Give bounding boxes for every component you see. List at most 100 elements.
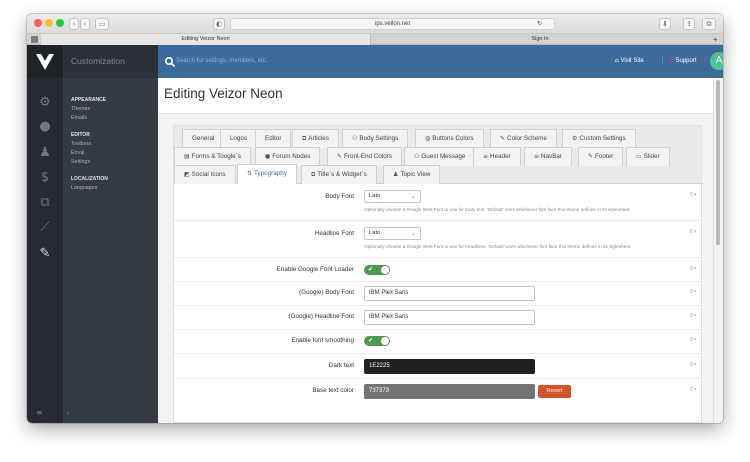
body-font-select[interactable]: Lato ⌄ — [364, 190, 421, 203]
support-label: Support — [675, 58, 697, 64]
address-bar[interactable]: ips.veilon.net ↻ — [230, 18, 555, 30]
tabs-overview-icon[interactable]: ⧉ — [702, 18, 716, 30]
forms-icon: ▤ — [184, 153, 190, 160]
search-input[interactable]: Search for settings, members, etc. — [176, 54, 576, 69]
chat-icon[interactable]: ● — [35, 119, 55, 135]
sidebar: Customization APPEARANCE Themes Emails E… — [63, 45, 158, 423]
sidebar-item-toolbars[interactable]: Toolbars — [63, 141, 158, 147]
support-link[interactable]: ❓Support — [662, 57, 697, 64]
tab-label: Social Icons — [191, 171, 226, 178]
forward-icon[interactable]: › — [80, 18, 90, 30]
page-title: Editing Veizor Neon — [164, 86, 283, 101]
google-font-loader-toggle[interactable]: ✔ — [364, 265, 390, 275]
tab-topic-view[interactable]: ♟ Topic View — [383, 165, 441, 184]
users-icon: ⚇ — [414, 153, 420, 160]
user-icon: ♟ — [393, 171, 399, 178]
check-icon: ✔ — [368, 337, 374, 344]
gears-icon[interactable]: ⚙ — [35, 95, 55, 111]
tab-body-settings[interactable]: ⚇ Body Settings — [342, 129, 409, 148]
close-window-button[interactable] — [34, 19, 42, 27]
tab-custom-settings[interactable]: ⚙ Custom Settings — [562, 129, 636, 148]
tab-general[interactable]: General — [182, 129, 225, 148]
setting-options-icon[interactable]: ⚙▾ — [689, 192, 697, 198]
sidebar-item-languages[interactable]: Languages — [63, 185, 158, 191]
sidebar-item-emoji[interactable]: Emoji — [63, 150, 158, 156]
back-icon[interactable]: ‹ — [69, 18, 79, 30]
tab-editor[interactable]: Editor — [255, 129, 292, 148]
setting-options-icon[interactable]: ⚙▾ — [689, 229, 697, 235]
brush-icon: ✎ — [500, 135, 506, 142]
bars-icon: ≡ — [483, 153, 489, 160]
tab-footer[interactable]: ✎ Footer — [578, 147, 624, 166]
menu-toggle-icon[interactable]: ≡ — [36, 408, 43, 417]
gear-icon: ⚙ — [572, 135, 578, 142]
setting-row-smoothing: Enable font smoothing ✔ ⚙▾ — [174, 330, 703, 354]
tab-navbar[interactable]: ≡ NavBar — [524, 147, 573, 166]
setting-options-icon[interactable]: ⚙▾ — [689, 387, 697, 393]
privacy-shield-icon[interactable]: ◐ — [213, 18, 225, 30]
browser-tab-active[interactable]: Editing Veizor Neon — [41, 34, 371, 45]
setting-description: Optionally choose a Google Web Font to u… — [364, 207, 631, 212]
tab-label: Guest Message — [421, 153, 466, 160]
tab-guest-message[interactable]: ⚇ Guest Message — [404, 147, 476, 166]
clone-icon[interactable]: ⧉ — [35, 195, 55, 211]
visit-site-link[interactable]: ⌂ Visit Site — [615, 57, 644, 64]
tab-label: Custom Settings — [579, 135, 626, 142]
brush-icon[interactable]: ✎ — [35, 246, 55, 262]
tab-color-scheme[interactable]: ✎ Color Scheme — [490, 129, 557, 148]
tab-slider[interactable]: ▭ Slider — [626, 147, 670, 166]
setting-options-icon[interactable]: ⚙▾ — [689, 362, 697, 368]
minimize-window-button[interactable] — [45, 19, 53, 27]
tab-titles-widgets[interactable]: ⧉ Title`s & Widget`s — [301, 165, 377, 184]
dark-text-color-input[interactable]: 1E2225 — [364, 359, 535, 374]
setting-options-icon[interactable]: ⚙▾ — [689, 289, 697, 295]
base-text-color-input[interactable]: 737373 — [364, 384, 535, 399]
setting-label: Enable font smoothing — [291, 337, 354, 344]
share-icon[interactable]: ⇪ — [683, 18, 695, 30]
tab-front-end-colors[interactable]: ✎ Front-End Colors — [327, 147, 402, 166]
tab-logos[interactable]: Logos — [220, 129, 258, 148]
setting-options-icon[interactable]: ⚙▾ — [689, 313, 697, 319]
tab-typography[interactable]: ⇅ Typography — [237, 164, 297, 184]
tab-social-icons[interactable]: ◩ Social Icons — [174, 165, 236, 184]
font-smoothing-toggle[interactable]: ✔ — [364, 336, 390, 346]
user-icon[interactable]: ♟ — [35, 145, 55, 161]
sidebar-toggle-icon[interactable]: ▭ — [95, 18, 109, 30]
tab-label: Logos — [230, 135, 248, 142]
google-headline-font-input[interactable]: IBM Plex Sans — [364, 310, 535, 325]
scrollbar-thumb[interactable] — [716, 80, 720, 245]
tab-articles[interactable]: ⧉ Articles — [292, 129, 339, 148]
users-icon: ⚇ — [352, 135, 358, 142]
browser-titlebar: ‹ › ▭ ◐ ips.veilon.net ↻ ⬇ ⇪ ⧉ — [27, 14, 723, 34]
revert-button[interactable]: Revert — [538, 385, 571, 398]
logo[interactable] — [27, 45, 63, 78]
sidebar-item-settings[interactable]: Settings — [63, 159, 158, 165]
tab-buttons-colors[interactable]: ◍ Buttons Colors — [415, 129, 484, 148]
reload-icon[interactable]: ↻ — [537, 19, 542, 29]
dollar-icon[interactable]: $ — [35, 170, 55, 186]
setting-options-icon[interactable]: ⚙▾ — [689, 266, 697, 272]
headline-font-select[interactable]: Lato ⌄ — [364, 227, 421, 240]
browser-tab[interactable]: Sign In — [372, 34, 708, 45]
sidebar-item-themes[interactable]: Themes — [63, 106, 158, 112]
search-icon — [164, 55, 176, 68]
setting-options-icon[interactable]: ⚙▾ — [689, 337, 697, 343]
new-tab-icon[interactable]: + — [713, 34, 718, 45]
scrollbar[interactable] — [713, 78, 723, 423]
sidebar-collapse-icon[interactable]: ‹ — [67, 410, 69, 417]
sort-alpha-icon: ⇅ — [247, 170, 253, 177]
tab-header[interactable]: ≡ Header — [473, 147, 521, 166]
avatar[interactable]: A — [710, 52, 723, 70]
download-icon[interactable]: ⬇ — [659, 18, 671, 30]
tab-label: Front-End Colors — [344, 153, 392, 160]
check-icon: ✔ — [368, 266, 374, 273]
tab-strip: General Logos Editor ⧉ Articles ⚇ Body Set… — [174, 126, 703, 184]
pinned-tab-icon[interactable] — [31, 36, 38, 43]
google-body-font-input[interactable]: IBM Plex Sans — [364, 286, 535, 301]
chart-icon[interactable]: ⟋ — [35, 220, 55, 236]
setting-label: Base text color — [312, 387, 354, 394]
maximize-window-button[interactable] — [56, 19, 64, 27]
bars-icon: ≡ — [534, 153, 540, 160]
sidebar-item-emails[interactable]: Emails — [63, 115, 158, 121]
comments-icon: ● — [265, 153, 271, 160]
